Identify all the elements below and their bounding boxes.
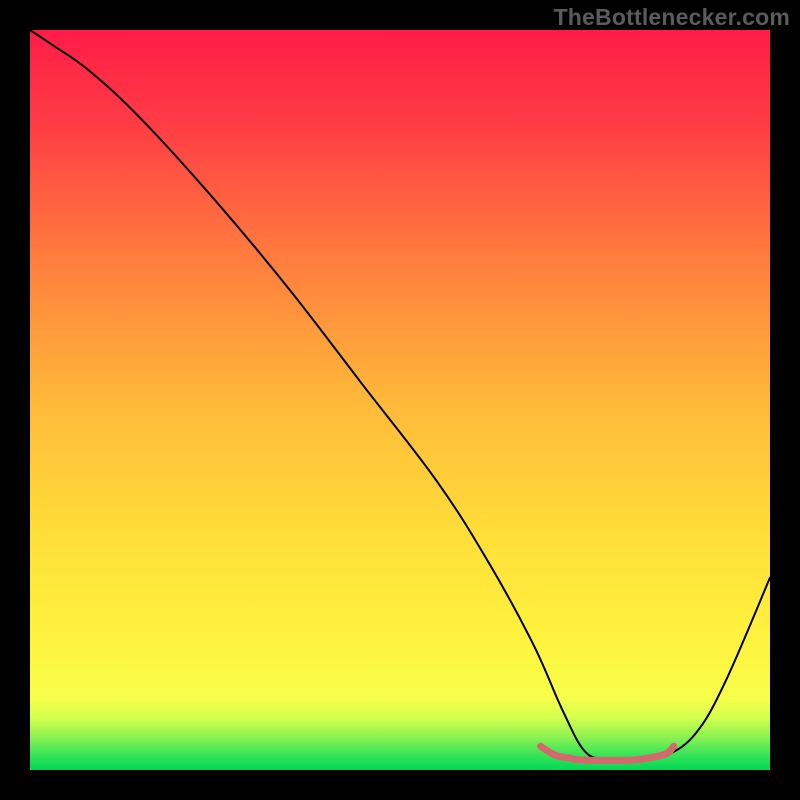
highlight-dot — [574, 756, 581, 763]
highlight-dot — [567, 755, 574, 762]
highlight-dot — [663, 750, 670, 757]
highlight-dot — [648, 754, 655, 761]
chart-svg — [30, 30, 770, 770]
highlight-dot — [604, 757, 611, 764]
highlight-dot — [670, 743, 677, 750]
highlight-dot — [537, 743, 544, 750]
highlight-dot — [633, 756, 640, 763]
highlight-dot — [552, 752, 559, 759]
chart-plot — [30, 30, 770, 770]
highlight-dot — [619, 757, 626, 764]
watermark-text: TheBottlenecker.com — [554, 4, 790, 31]
chart-container: TheBottlenecker.com — [0, 0, 800, 800]
highlight-dot — [589, 757, 596, 764]
chart-background — [30, 30, 770, 770]
